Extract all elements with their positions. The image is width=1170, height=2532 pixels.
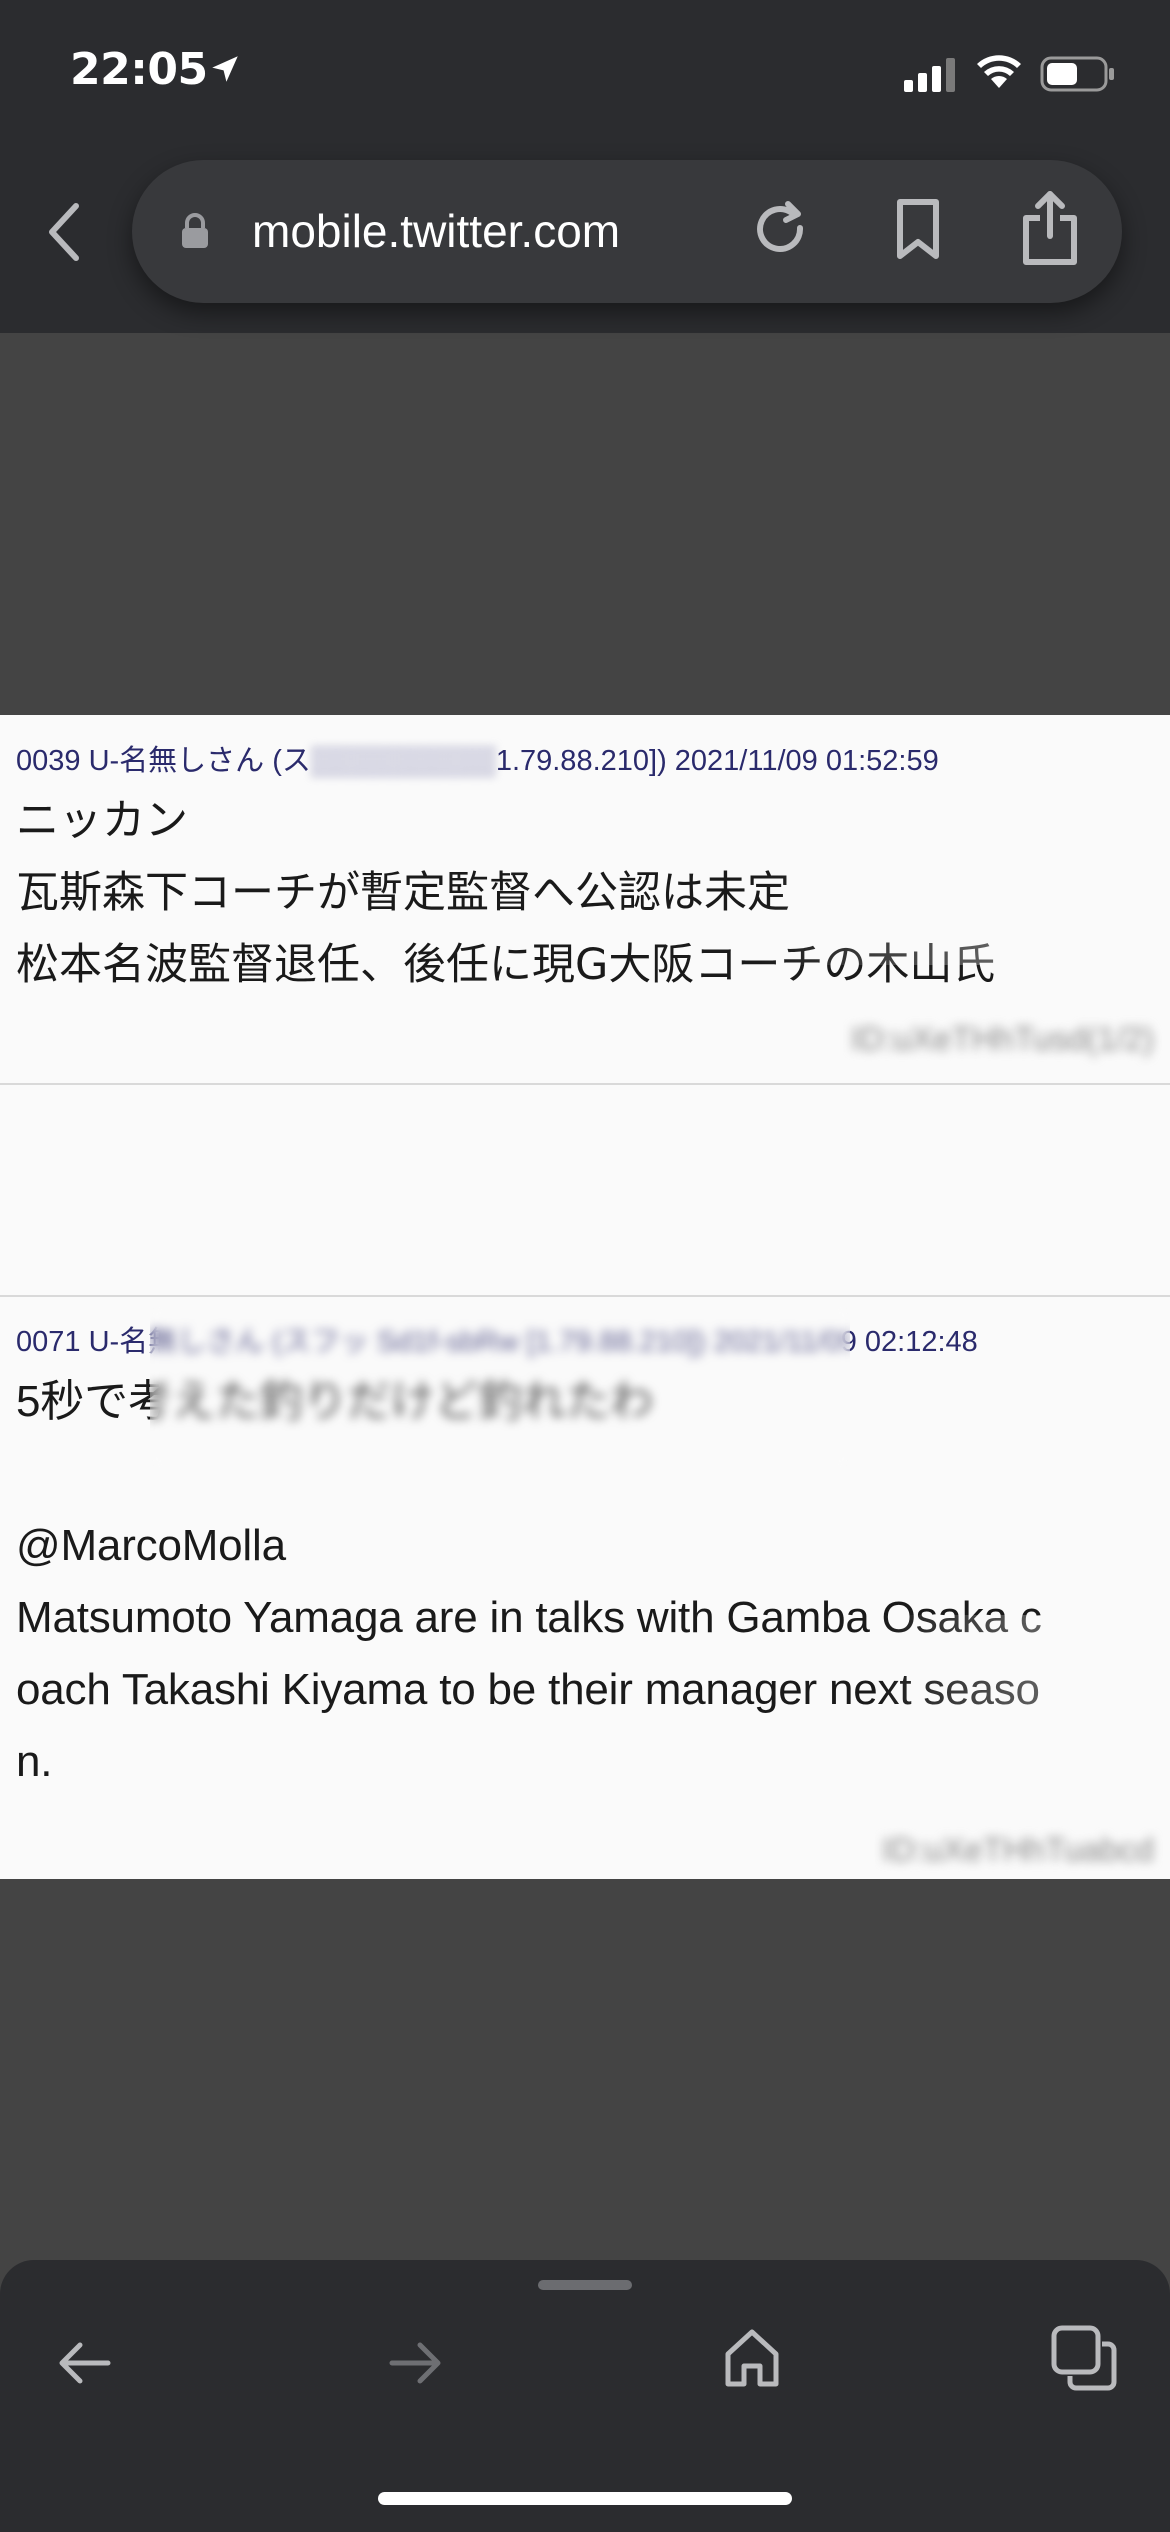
bookmark-icon[interactable] (892, 198, 944, 262)
post-header: 0039 U-名無しさん (ス▒▒▒▒▒▒▒▒▒1.79.88.210]) 20… (16, 745, 939, 777)
post-divider (0, 1295, 1170, 1297)
chevron-left-icon[interactable] (42, 200, 86, 264)
browser-toolbar: mobile.twitter.com (0, 150, 1170, 333)
status-time: 22:05 (70, 44, 208, 95)
thread-image: 0039 U-名無しさん (ス▒▒▒▒▒▒▒▒▒1.79.88.210]) 20… (0, 715, 1170, 1879)
post-header-name: 0071 U-名無しさん (スフッ Sd1f-sbRw (16, 1326, 519, 1358)
tabs-icon[interactable] (1050, 2324, 1118, 2392)
post-divider (0, 1083, 1170, 1085)
cellular-signal-icon (904, 58, 955, 92)
post-body: ニッカン 瓦斯森下コーチが暫定監督へ公認は未定 松本名波監督退任、後任に現G大阪… (16, 796, 996, 990)
post-body: 5秒で考えた釣りだけど釣れたわ @MarcoMolla Matsumoto Ya… (16, 1377, 1042, 1786)
battery-icon (1040, 56, 1114, 92)
post-header-meta: [1.79.88.210]) 2021/11/09 02:12:48 (526, 1326, 978, 1358)
arrow-left-icon[interactable] (54, 2338, 114, 2388)
status-bar: 22:05 (0, 0, 1170, 150)
location-arrow-icon (212, 56, 238, 82)
arrow-right-icon[interactable] (386, 2338, 446, 2388)
address-bar[interactable]: mobile.twitter.com (132, 160, 1122, 303)
reload-icon[interactable] (752, 198, 812, 262)
share-icon[interactable] (1020, 190, 1080, 266)
post-header-name: 0039 U-名無しさん (ス (16, 745, 311, 777)
wifi-icon (977, 55, 1021, 88)
lock-icon (182, 213, 208, 248)
home-indicator (378, 2492, 792, 2505)
home-icon[interactable] (722, 2326, 782, 2390)
post-header-meta: 1.79.88.210]) 2021/11/09 01:52:59 (495, 745, 939, 777)
post-id: ID:uXeTHhTuabcd (881, 1831, 1154, 1868)
post-id: ID:uXeTHhTusd(1/2) (850, 1020, 1154, 1057)
url-text[interactable]: mobile.twitter.com (252, 204, 620, 258)
sheet-grabber[interactable] (538, 2280, 632, 2290)
post-header: 0071 U-名無しさん (スフッ Sd1f-sbRw [1.79.88.210… (16, 1318, 978, 1360)
